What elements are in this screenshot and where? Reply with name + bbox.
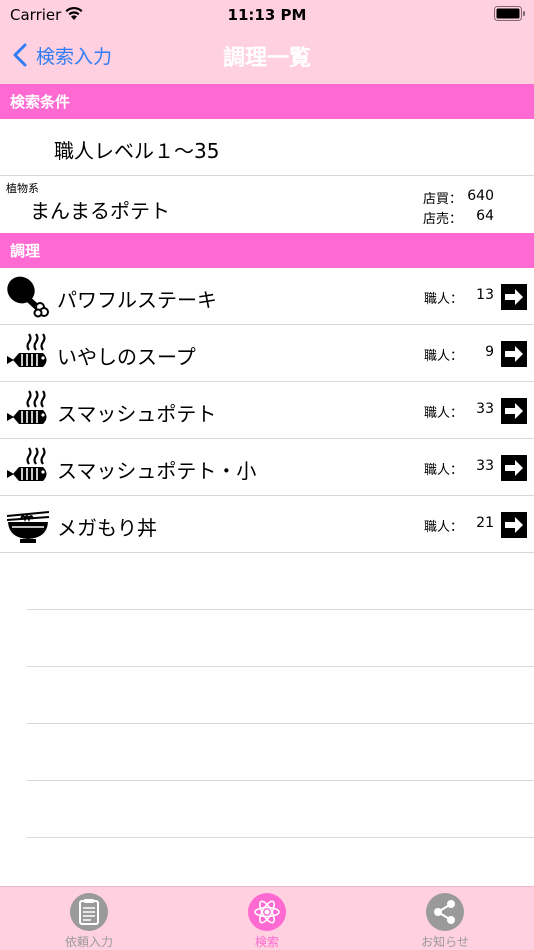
searched-item-row: 植物系 まんまるポテト 店買： 640 店売： 64 <box>0 176 534 233</box>
cooked-fish-icon <box>7 447 47 481</box>
recipe-name: メガもり丼 <box>57 516 157 540</box>
shop-buy-value: 640 <box>467 188 494 204</box>
cooked-fish-icon <box>7 333 47 367</box>
skill-value: 9 <box>485 344 494 360</box>
navigation-bar: 検索入力 調理一覧 <box>0 30 534 84</box>
status-bar: Carrier 11:13 PM <box>0 0 534 30</box>
recipe-row[interactable]: スマッシュポテト・小 職人： 33 <box>0 439 534 496</box>
shop-buy-label: 店買： <box>423 192 463 207</box>
recipes-header: 調理 <box>0 233 534 268</box>
recipe-name: いやしのスープ <box>57 345 196 369</box>
empty-row-separator <box>27 780 534 781</box>
arrow-right-icon[interactable] <box>501 512 527 538</box>
back-button-label: 検索入力 <box>36 45 113 68</box>
level-range-row: 職人レベル１〜35 <box>0 119 534 176</box>
skill-value: 21 <box>476 515 494 531</box>
item-category: 植物系 <box>6 182 39 195</box>
empty-row-separator <box>27 666 534 667</box>
tab-request-input[interactable]: 依頼入力 <box>0 887 178 950</box>
skill-value: 33 <box>476 458 494 474</box>
skill-value: 33 <box>476 401 494 417</box>
atom-icon <box>248 893 286 931</box>
recipe-row[interactable]: パワフルステーキ 職人： 13 <box>0 268 534 325</box>
empty-row-separator <box>27 609 534 610</box>
skill-label: 職人： <box>424 349 464 364</box>
tab-label: 依頼入力 <box>64 935 113 949</box>
arrow-right-icon[interactable] <box>501 455 527 481</box>
clipboard-icon <box>70 893 108 931</box>
skill-label: 職人： <box>424 463 464 478</box>
tab-label: お知らせ <box>421 935 469 949</box>
share-icon <box>426 893 464 931</box>
skill-value: 13 <box>476 287 494 303</box>
arrow-right-icon[interactable] <box>501 341 527 367</box>
tab-notifications[interactable]: お知らせ <box>356 887 534 950</box>
tab-label: 検索 <box>254 935 279 949</box>
cooked-fish-icon <box>7 390 47 424</box>
tab-search[interactable]: 検索 <box>178 887 356 950</box>
level-range-text: 職人レベル１〜35 <box>54 139 220 163</box>
back-button[interactable]: 検索入力 <box>12 38 112 72</box>
shop-sell-value: 64 <box>476 208 494 224</box>
battery-icon <box>494 6 525 21</box>
recipe-name: パワフルステーキ <box>57 288 217 312</box>
item-name: まんまるポテト <box>30 199 170 223</box>
empty-row-separator <box>27 837 534 838</box>
top-bar: Carrier 11:13 PM 検索入力 調理一覧 <box>0 0 534 84</box>
tab-bar: 依頼入力 検索 お知らせ <box>0 886 534 950</box>
chicken-leg-icon <box>7 276 49 318</box>
recipe-row[interactable]: メガもり丼 職人： 21 <box>0 496 534 553</box>
noodle-bowl-icon <box>6 511 50 543</box>
back-chevron-icon <box>13 43 27 67</box>
recipe-row[interactable]: いやしのスープ 職人： 9 <box>0 325 534 382</box>
skill-label: 職人： <box>424 406 464 421</box>
skill-label: 職人： <box>424 292 464 307</box>
empty-row-separator <box>27 723 534 724</box>
arrow-right-icon[interactable] <box>501 398 527 424</box>
recipe-name: スマッシュポテト <box>57 402 217 426</box>
arrow-right-icon[interactable] <box>501 284 527 310</box>
recipe-row[interactable]: スマッシュポテト 職人： 33 <box>0 382 534 439</box>
search-conditions-header: 検索条件 <box>0 84 534 119</box>
status-time: 11:13 PM <box>227 6 307 24</box>
skill-label: 職人： <box>424 520 464 535</box>
recipe-name: スマッシュポテト・小 <box>57 459 257 483</box>
shop-sell-label: 店売： <box>423 212 463 227</box>
